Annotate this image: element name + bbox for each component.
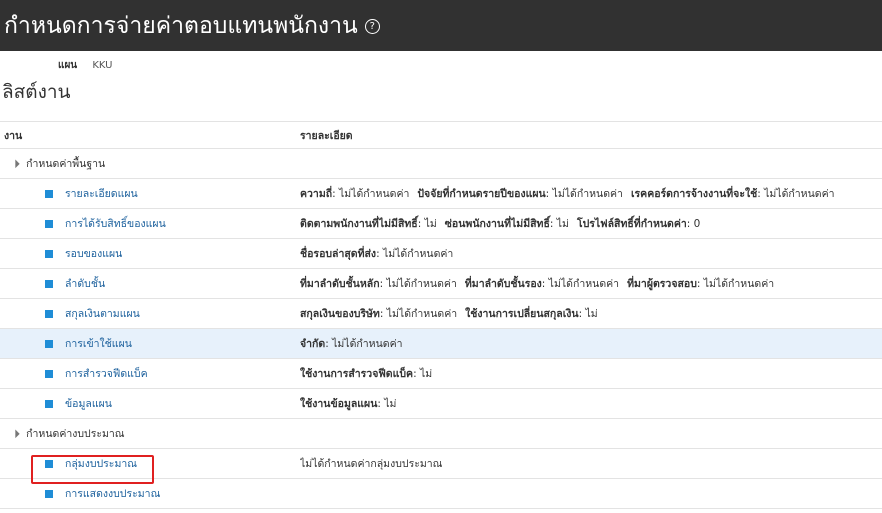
task-row: การสำรวจฟีดแบ็ค ใช้งานการสำรวจฟีดแบ็ค: ไม… <box>0 359 882 389</box>
task-details: สกุลเงินของบริษัท: ไม่ได้กำหนดค่า ใช้งานก… <box>300 299 882 328</box>
task-details: จำกัด: ไม่ได้กำหนดค่า <box>300 329 882 358</box>
task-details: ชื่อรอบล่าสุดที่ส่ง: ไม่ได้กำหนดค่า <box>300 239 882 268</box>
collapse-triangle-icon[interactable]: ◢ <box>10 158 21 169</box>
detail-value: : 0 <box>686 217 701 230</box>
task-square-icon <box>45 219 53 228</box>
detail-value: : ไม่ <box>549 218 569 230</box>
task-square-icon <box>45 489 53 498</box>
group-label: กำหนดค่างบประมาณ <box>26 428 125 440</box>
task-link[interactable]: ข้อมูลแผน <box>65 395 112 412</box>
detail-label: ใช้งานการเปลี่ยนสกุลเงิน <box>465 308 579 320</box>
detail-value: : ไม่ได้กำหนดค่า <box>332 188 410 200</box>
task-link[interactable]: รอบของแผน <box>65 245 122 262</box>
collapse-triangle-icon[interactable]: ◢ <box>10 428 21 439</box>
task-row: ข้อมูลแผน ใช้งานข้อมูลแผน: ไม่ <box>0 389 882 419</box>
detail-value: : ไม่ได้กำหนดค่า <box>545 188 623 200</box>
task-square-icon <box>45 339 53 348</box>
column-header-task: งาน <box>4 129 23 142</box>
task-list-table: งาน รายละเอียด ◢ กำหนดค่าพื้นฐาน รายละเอีย… <box>0 121 882 509</box>
task-details: ที่มาลำดับชั้นหลัก: ไม่ได้กำหนดค่า ที่มาล… <box>300 269 882 298</box>
detail-value: : ไม่ได้กำหนดค่า <box>757 188 835 200</box>
plan-info: แผน KKU <box>58 58 113 73</box>
task-square-icon <box>45 279 53 288</box>
detail-label: ใช้งานการสำรวจฟีดแบ็ค <box>300 368 414 380</box>
task-row: การแสดงงบประมาณ <box>0 479 882 509</box>
task-details: ติดตามพนักงานที่ไม่มีสิทธิ์: ไม่ ซ่อนพนัก… <box>300 209 882 238</box>
detail-value: ไม่ได้กำหนดค่ากลุ่มงบประมาณ <box>300 458 443 470</box>
task-row: กลุ่มงบประมาณ ไม่ได้กำหนดค่ากลุ่มงบประมาณ <box>0 449 882 479</box>
plan-label: แผน <box>58 60 78 71</box>
task-link[interactable]: การเข้าใช้แผน <box>65 335 132 352</box>
detail-value: : ไม่ <box>578 308 598 320</box>
task-square-icon <box>45 309 53 318</box>
group-row[interactable]: ◢ กำหนดค่างบประมาณ <box>0 419 882 449</box>
detail-label: ที่มาลำดับชั้นหลัก <box>300 278 380 290</box>
task-square-icon <box>45 459 53 468</box>
detail-label: ซ่อนพนักงานที่ไม่มีสิทธิ์ <box>444 218 550 230</box>
plan-value: KKU <box>92 60 113 71</box>
detail-label: ที่มาผู้ตรวจสอบ <box>627 278 697 290</box>
task-link[interactable]: ลำดับชั้น <box>65 275 105 292</box>
detail-value: : ไม่ได้กำหนดค่า <box>379 308 458 320</box>
help-icon[interactable]: ? <box>364 19 380 34</box>
task-link[interactable]: สกุลเงินตามแผน <box>65 305 140 322</box>
task-square-icon <box>45 249 53 258</box>
detail-label: เรคคอร์ดการจ้างงานที่จะใช้ <box>630 188 758 200</box>
detail-value: : ไม่ได้กำหนดค่า <box>376 248 454 260</box>
page-title: ลิสต์งาน <box>2 81 71 103</box>
task-details: ใช้งานการสำรวจฟีดแบ็ค: ไม่ <box>300 359 882 388</box>
task-row: การเข้าใช้แผน จำกัด: ไม่ได้กำหนดค่า <box>0 329 882 359</box>
detail-value: : ไม่ <box>417 218 437 230</box>
detail-value: : ไม่ได้กำหนดค่า <box>696 278 775 290</box>
detail-label: ความถี่ <box>300 188 333 200</box>
detail-value: : ไม่ได้กำหนดค่า <box>325 338 403 350</box>
detail-label: ปัจจัยที่กำหนดรายปีของแผน <box>417 188 546 200</box>
column-header-details: รายละเอียด <box>300 129 353 142</box>
page-header: กำหนดการจ่ายค่าตอบแทนพนักงาน ? <box>0 0 882 51</box>
task-link[interactable]: รายละเอียดแผน <box>65 185 138 202</box>
task-link[interactable]: การสำรวจฟีดแบ็ค <box>65 365 148 382</box>
detail-value: : ไม่ <box>377 398 397 410</box>
group-label: กำหนดค่าพื้นฐาน <box>26 158 106 170</box>
task-square-icon <box>45 369 53 378</box>
group-row[interactable]: ◢ กำหนดค่าพื้นฐาน <box>0 149 882 179</box>
detail-label: ใช้งานข้อมูลแผน <box>300 398 378 410</box>
detail-value: : ไม่ได้กำหนดค่า <box>379 278 457 290</box>
task-square-icon <box>45 189 53 198</box>
task-row: รายละเอียดแผน ความถี่: ไม่ได้กำหนดค่า ปัจจ… <box>0 179 882 209</box>
detail-value: : ไม่ได้กำหนดค่า <box>541 278 620 290</box>
task-square-icon <box>45 399 53 408</box>
task-link[interactable]: การได้รับสิทธิ์ของแผน <box>65 215 166 232</box>
task-row: การได้รับสิทธิ์ของแผน ติดตามพนักงานที่ไม่… <box>0 209 882 239</box>
task-link[interactable]: การแสดงงบประมาณ <box>65 485 160 502</box>
task-details: ใช้งานข้อมูลแผน: ไม่ <box>300 389 882 418</box>
task-details: ความถี่: ไม่ได้กำหนดค่า ปัจจัยที่กำหนดราย… <box>300 179 882 208</box>
detail-label: สกุลเงินของบริษัท <box>300 308 380 320</box>
detail-label: ชื่อรอบล่าสุดที่ส่ง <box>300 248 377 260</box>
detail-value: : ไม่ <box>413 368 433 380</box>
task-row: ลำดับชั้น ที่มาลำดับชั้นหลัก: ไม่ได้กำหนด… <box>0 269 882 299</box>
detail-label: โปรไฟล์สิทธิ์ที่กำหนดค่า <box>576 218 687 230</box>
detail-label: จำกัด <box>300 338 326 350</box>
task-details <box>300 479 882 508</box>
detail-label: ติดตามพนักงานที่ไม่มีสิทธิ์ <box>300 218 418 230</box>
task-row: รอบของแผน ชื่อรอบล่าสุดที่ส่ง: ไม่ได้กำหน… <box>0 239 882 269</box>
page-header-title: กำหนดการจ่ายค่าตอบแทนพนักงาน <box>4 12 358 39</box>
task-details: ไม่ได้กำหนดค่ากลุ่มงบประมาณ <box>300 449 882 478</box>
table-header-row: งาน รายละเอียด <box>0 121 882 149</box>
task-link[interactable]: กลุ่มงบประมาณ <box>65 455 137 472</box>
task-row: สกุลเงินตามแผน สกุลเงินของบริษัท: ไม่ได้ก… <box>0 299 882 329</box>
detail-label: ที่มาลำดับชั้นรอง <box>464 278 542 290</box>
